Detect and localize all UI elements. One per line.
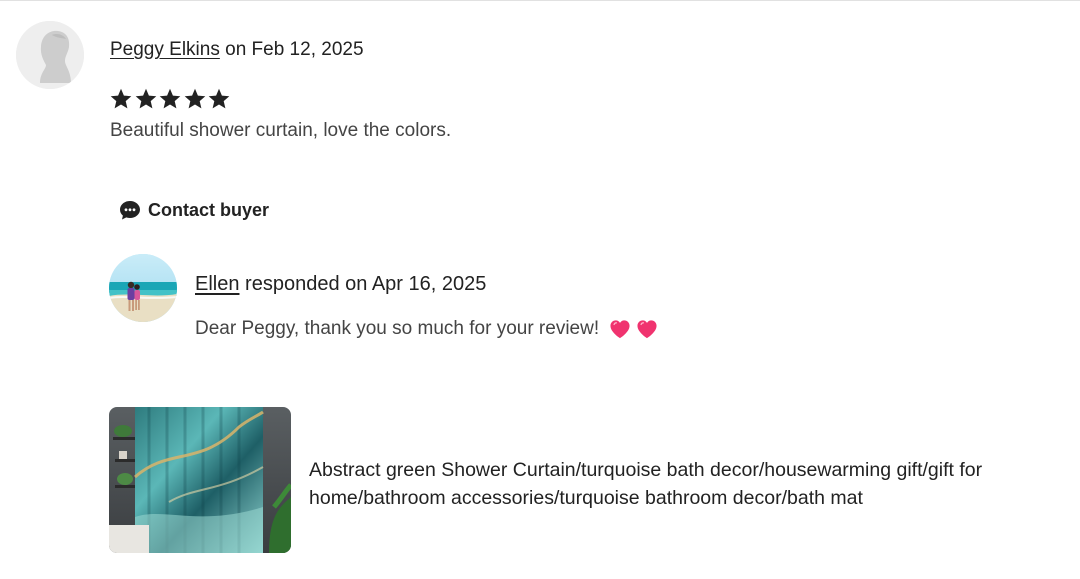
- heart-icon: [610, 320, 630, 339]
- seller-photo: [109, 254, 177, 322]
- contact-buyer-label: Contact buyer: [148, 199, 270, 220]
- top-divider: [0, 0, 1080, 1]
- star-icon: [184, 88, 205, 109]
- default-avatar-icon: [16, 21, 84, 89]
- chat-bubble-icon: [120, 201, 140, 220]
- reviewer-avatar[interactable]: [16, 21, 84, 89]
- response-date: responded on Apr 16, 2025: [245, 273, 487, 295]
- product-title-link[interactable]: Abstract green Shower Curtain/turquoise …: [309, 456, 1077, 512]
- product-thumbnail[interactable]: [109, 407, 291, 553]
- star-icon: [208, 88, 230, 109]
- response-text-row: Dear Peggy, thank you so much for your r…: [195, 318, 658, 340]
- response-header: Ellen responded on Apr 16, 2025: [195, 273, 486, 296]
- heart-icon: [637, 320, 657, 339]
- contact-buyer-button[interactable]: Contact buyer: [118, 198, 269, 222]
- star-icon: [135, 88, 156, 109]
- review-header: Peggy Elkins on Feb 12, 2025: [110, 39, 364, 61]
- response-text: Dear Peggy, thank you so much for your r…: [195, 318, 600, 339]
- responder-name-link[interactable]: Ellen: [195, 273, 239, 295]
- review-date: on Feb 12, 2025: [225, 39, 364, 60]
- product-image: [109, 407, 291, 553]
- review-text: Beautiful shower curtain, love the color…: [110, 120, 452, 141]
- reviewer-name-link[interactable]: Peggy Elkins: [110, 39, 220, 60]
- star-icon: [110, 88, 132, 109]
- star-rating: [109, 87, 232, 111]
- seller-avatar[interactable]: [109, 254, 177, 322]
- star-icon: [159, 88, 181, 109]
